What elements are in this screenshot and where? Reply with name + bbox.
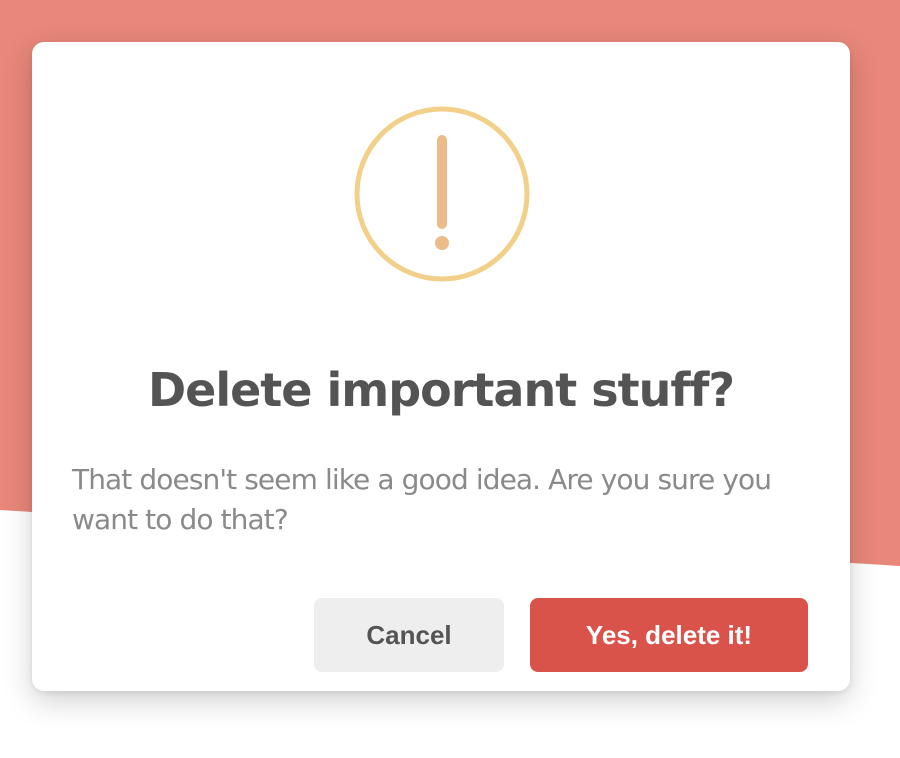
dialog-title: Delete important stuff? [147,363,735,417]
cancel-button[interactable]: Cancel [314,598,504,672]
dialog-message: That doesn't seem like a good idea. Are … [72,463,772,536]
confirm-delete-dialog: Delete important stuff? That doesn't see… [32,42,850,691]
page-scene: Delete important stuff? That doesn't see… [0,0,900,758]
exclamation-warning-icon [354,106,530,282]
confirm-delete-button[interactable]: Yes, delete it! [530,598,808,672]
